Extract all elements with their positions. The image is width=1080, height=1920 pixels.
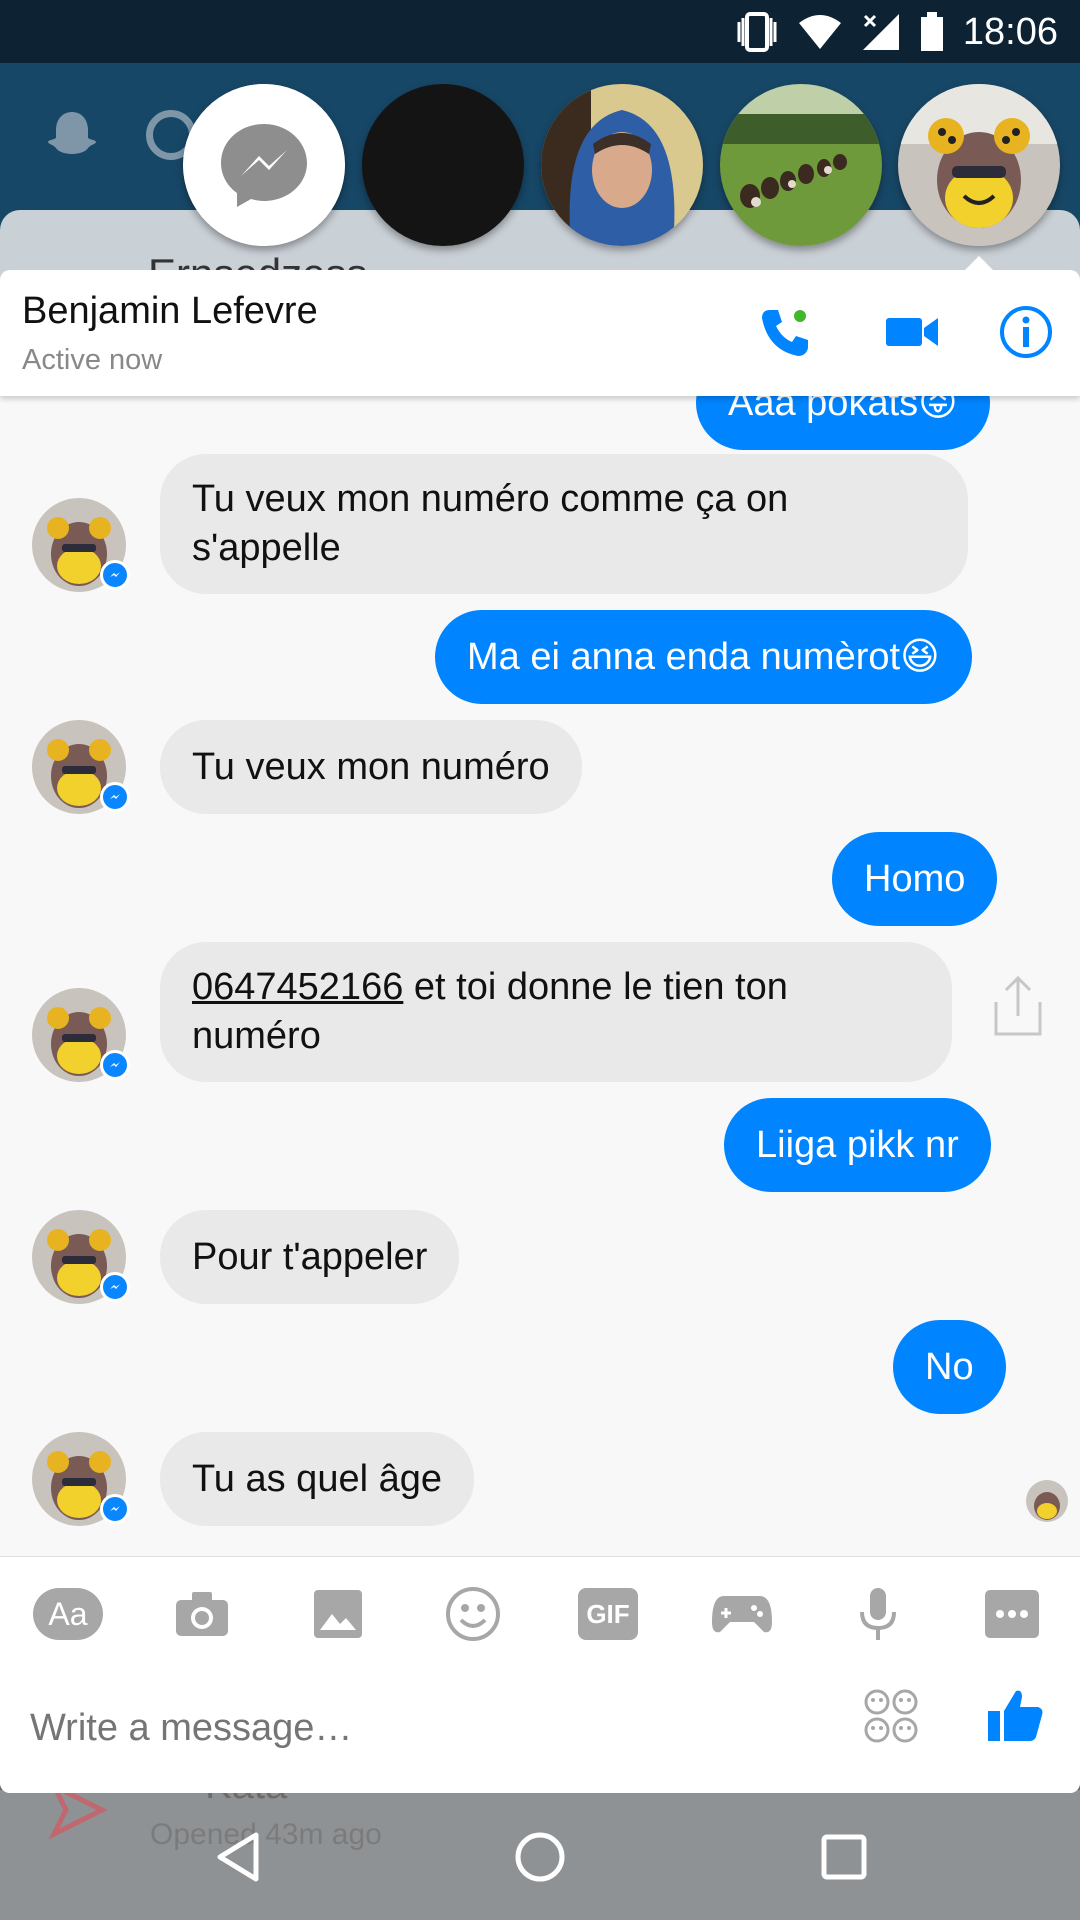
camera-icon[interactable] [166,1579,238,1649]
message-input[interactable] [30,1707,810,1750]
messenger-badge-icon [100,782,130,812]
phone-icon[interactable] [756,304,812,360]
contact-status: Active now [22,344,163,376]
messenger-chat-head[interactable] [183,84,345,246]
message-bubble-in[interactable]: 0647452166 et toi donne le tien ton numé… [160,942,952,1082]
back-icon[interactable] [208,1827,268,1887]
video-icon[interactable] [884,304,940,360]
message-bubble-out[interactable]: Aaa pokats😝 [696,396,990,450]
chat-panel: Benjamin Lefevre Active now Aaa pokats😝 … [0,270,1080,1793]
message-bubble-in[interactable]: Tu as quel âge [160,1432,474,1526]
chat-header: Benjamin Lefevre Active now [0,270,1080,396]
message-bubble-out[interactable]: Ma ei anna enda numèrot😆 [435,610,972,704]
home-icon[interactable] [510,1827,570,1887]
sender-avatar[interactable] [32,720,130,814]
status-bar: 18:06 [0,0,1080,63]
dark-chat-head[interactable] [362,84,524,246]
chat-heads [0,84,1080,249]
hooded-man-chat-head[interactable] [541,84,703,246]
wifi-icon [798,15,841,49]
sender-avatar[interactable] [32,988,130,1082]
messenger-badge-icon [100,1272,130,1302]
contact-name[interactable]: Benjamin Lefevre [22,290,318,333]
battery-icon [920,12,943,51]
messenger-badge-icon [100,1494,130,1524]
composer: Aa GIF [0,1556,1080,1793]
gif-icon[interactable]: GIF [572,1579,644,1649]
seen-indicator-avatar [1026,1480,1068,1522]
message-list: Aaa pokats😝 Tu veux mon numéro comme ça … [0,396,1080,1556]
message-bubble-out[interactable]: No [893,1320,1006,1414]
sender-avatar[interactable] [32,1432,130,1526]
more-icon[interactable] [976,1579,1048,1649]
like-thumb-icon[interactable] [986,1685,1046,1745]
message-bubble-out[interactable]: Homo [832,832,998,926]
signal-icon [862,14,899,50]
games-icon[interactable] [706,1579,778,1649]
messenger-badge-icon [100,560,130,590]
phone-number-link[interactable]: 0647452166 [192,966,403,1008]
share-icon[interactable] [990,974,1046,1038]
mic-icon[interactable] [842,1579,914,1649]
benjamin-chat-head[interactable] [898,84,1060,246]
message-bubble-in[interactable]: Tu veux mon numéro comme ça on s'appelle [160,454,968,594]
text-format-icon[interactable]: Aa [32,1579,104,1649]
sender-avatar[interactable] [32,498,130,592]
emoji-icon[interactable] [437,1579,509,1649]
info-icon[interactable] [998,304,1054,360]
composer-toolbar: Aa GIF [0,1579,1080,1649]
recents-icon[interactable] [814,1827,874,1887]
message-bubble-in[interactable]: Tu veux mon numéro [160,720,582,814]
gallery-icon[interactable] [302,1579,374,1649]
messenger-icon [183,84,345,246]
stickers-icon[interactable] [862,1687,920,1745]
message-bubble-out[interactable]: Liiga pikk nr [724,1098,991,1192]
dogs-lawn-chat-head[interactable] [720,84,882,246]
messenger-badge-icon [100,1050,130,1080]
message-bubble-in[interactable]: Pour t'appeler [160,1210,460,1304]
clock: 18:06 [962,10,1058,53]
navigation-bar [0,1793,1080,1920]
sender-avatar[interactable] [32,1210,130,1304]
vibrate-icon [737,12,777,52]
